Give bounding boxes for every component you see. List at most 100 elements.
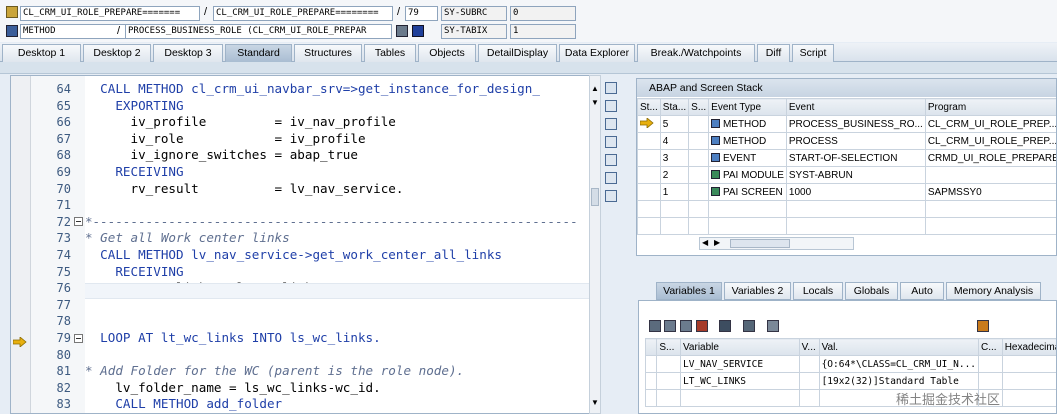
code-line[interactable]: LOOP AT lt_wc_links INTO ls_wc_links. — [85, 330, 381, 347]
list-icon[interactable] — [664, 320, 676, 332]
col-header[interactable]: Val. — [818, 338, 980, 356]
table-row[interactable]: LV_NAV_SERVICE {O:64*\CLASS=CL_CRM_UI_N.… — [644, 355, 1056, 373]
line-number: 71 — [56, 198, 71, 213]
col-header[interactable]: Event Type — [708, 98, 787, 116]
tab-objects[interactable]: Objects — [418, 44, 476, 62]
fold-marker-icon[interactable] — [74, 217, 83, 226]
scroll-up-icon[interactable]: ▲ — [591, 84, 599, 93]
table-row[interactable]: 1 PAI SCREEN 1000 SAPMSSY0 — [637, 183, 1056, 201]
scroll-right-icon[interactable]: ▶ — [714, 238, 720, 247]
info-icon[interactable] — [412, 25, 424, 37]
tab-globals[interactable]: Globals — [845, 282, 898, 300]
tab-tables[interactable]: Tables — [364, 44, 416, 62]
tab-desktop-3[interactable]: Desktop 3 — [153, 44, 223, 62]
table-row[interactable]: 4 METHOD PROCESS CL_CRM_UI_ROLE_PREP... — [637, 132, 1056, 150]
table-row[interactable]: 5 METHOD PROCESS_BUSINESS_RO... CL_CRM_U… — [637, 115, 1056, 133]
screen-icon — [711, 170, 721, 180]
filter-icon[interactable] — [696, 320, 708, 332]
event-field[interactable]: PROCESS_BUSINESS_ROLE (CL_CRM_UI_ROLE_PR… — [125, 24, 392, 39]
layout-icon[interactable] — [605, 118, 617, 130]
col-header[interactable]: Sta... — [659, 98, 690, 116]
tab-memory-analysis[interactable]: Memory Analysis — [946, 282, 1041, 300]
line-number: 72 — [56, 214, 71, 229]
new-icon[interactable] — [605, 100, 617, 112]
tab-variables-2[interactable]: Variables 2 — [724, 282, 791, 300]
source-code-editor[interactable]: 64 65 66 67 68 69 70 71 72 73 74 75 76 77 78 79 80 81 82 83… — [10, 75, 601, 414]
code-line[interactable]: RECEIVING — [85, 264, 183, 281]
code-line[interactable]: * Get all Work center links — [85, 230, 290, 247]
tab-detaildisplay[interactable]: DetailDisplay — [478, 44, 557, 62]
tab-locals[interactable]: Locals — [793, 282, 843, 300]
tab-standard[interactable]: Standard — [225, 44, 292, 62]
tab-diff[interactable]: Diff — [757, 44, 790, 62]
code-line[interactable]: lv_folder_name = ls_wc_links-wc_id. — [85, 380, 380, 397]
breakpoint-gutter[interactable] — [11, 76, 31, 413]
tab-auto[interactable]: Auto — [900, 282, 944, 300]
delete-icon[interactable] — [649, 320, 661, 332]
code-line[interactable]: CALL METHOD add_folder — [85, 396, 282, 413]
watermark: 稀土掘金技术社区 — [896, 393, 1001, 408]
tree-icon[interactable] — [605, 190, 617, 202]
stack-tool-column — [602, 75, 620, 414]
scroll-left-icon[interactable]: ◀ — [702, 238, 708, 247]
table-row[interactable]: 2 PAI MODULE SYST-ABRUN — [637, 166, 1056, 184]
scroll-thumb[interactable] — [591, 188, 599, 206]
tab-variables-1[interactable]: Variables 1 — [656, 282, 722, 300]
editor-scrollbar[interactable]: ▲ ▼ ▼ — [589, 75, 601, 414]
code-line[interactable]: iv_role = iv_profile — [85, 131, 365, 148]
col-header[interactable]: St... — [637, 98, 661, 116]
col-header[interactable]: Program — [924, 98, 1056, 116]
current-arrow-icon — [639, 116, 654, 129]
col-header[interactable]: V... — [798, 338, 820, 356]
col-header[interactable]: S... — [656, 338, 681, 356]
scroll-bottom-icon[interactable]: ▼ — [591, 398, 599, 407]
scroll-down-icon[interactable]: ▼ — [591, 98, 599, 107]
screen-icon — [711, 187, 721, 197]
tab-breakpoints[interactable]: Break./Watchpoints — [637, 44, 755, 62]
maximize-icon[interactable] — [605, 154, 617, 166]
col-header[interactable]: Hexadecimal V — [1001, 338, 1056, 356]
col-header[interactable]: Event — [785, 98, 926, 116]
close-icon[interactable] — [605, 82, 617, 94]
table-row[interactable]: 3 EVENT START-OF-SELECTION CRMD_UI_ROLE_… — [637, 149, 1056, 167]
program-field[interactable]: CL_CRM_UI_ROLE_PREPARE======= — [20, 6, 200, 21]
line-number: 74 — [56, 248, 71, 262]
tab-desktop-1[interactable]: Desktop 1 — [2, 44, 81, 62]
line-number-field[interactable]: 79 — [405, 6, 438, 21]
table-row[interactable]: LT_WC_LINKS [19x2(32)]Standard Table — [644, 372, 1056, 390]
tab-structures[interactable]: Structures — [294, 44, 362, 62]
code-line[interactable]: RECEIVING — [85, 164, 183, 181]
program-icon — [6, 6, 18, 18]
toolbar-ribbon — [0, 62, 1057, 74]
code-line[interactable]: iv_ignore_switches = abap_true — [85, 147, 357, 164]
grid-icon[interactable] — [605, 136, 617, 148]
code-line[interactable]: rv_result = lv_nav_service. — [85, 181, 403, 198]
tab-data-explorer[interactable]: Data Explorer — [559, 44, 635, 62]
save-icon[interactable] — [977, 320, 989, 332]
code-line[interactable]: iv_profile = iv_nav_profile — [85, 114, 395, 131]
stack-hscrollbar[interactable]: ◀ ▶ — [699, 237, 854, 250]
col-header[interactable]: Variable — [680, 338, 800, 356]
table-icon[interactable] — [680, 320, 692, 332]
line-number: 76 — [56, 281, 71, 296]
transfer-icon[interactable] — [743, 320, 755, 332]
variables-tabbar: Variables 1 Variables 2 Locals Globals A… — [656, 282, 1057, 300]
code-line[interactable]: EXPORTING — [85, 98, 183, 115]
col-header[interactable]: S... — [688, 98, 710, 116]
details-icon[interactable] — [396, 25, 408, 37]
tab-desktop-2[interactable]: Desktop 2 — [83, 44, 151, 62]
tab-script[interactable]: Script — [792, 44, 834, 62]
code-area[interactable]: CALL METHOD cl_crm_ui_navbar_srv=>get_in… — [85, 76, 590, 413]
code-line[interactable]: CALL METHOD cl_crm_ui_navbar_srv=>get_in… — [85, 81, 540, 98]
code-line[interactable]: CALL METHOD lv_nav_service->get_work_cen… — [85, 247, 502, 264]
fold-marker-icon[interactable] — [74, 334, 83, 343]
include-field[interactable]: CL_CRM_UI_ROLE_PREPARE======== — [213, 6, 393, 21]
copy-icon[interactable] — [767, 320, 779, 332]
structure-icon[interactable] — [719, 320, 731, 332]
col-header[interactable]: C... — [978, 338, 1003, 356]
scroll-thumb[interactable] — [730, 239, 790, 248]
sytabix-label: SY-TABIX — [441, 24, 507, 39]
code-line[interactable]: *---------------------------------------… — [85, 214, 578, 231]
code-line[interactable]: * Add Folder for the WC (parent is the r… — [85, 363, 464, 380]
headset-icon[interactable] — [605, 172, 617, 184]
